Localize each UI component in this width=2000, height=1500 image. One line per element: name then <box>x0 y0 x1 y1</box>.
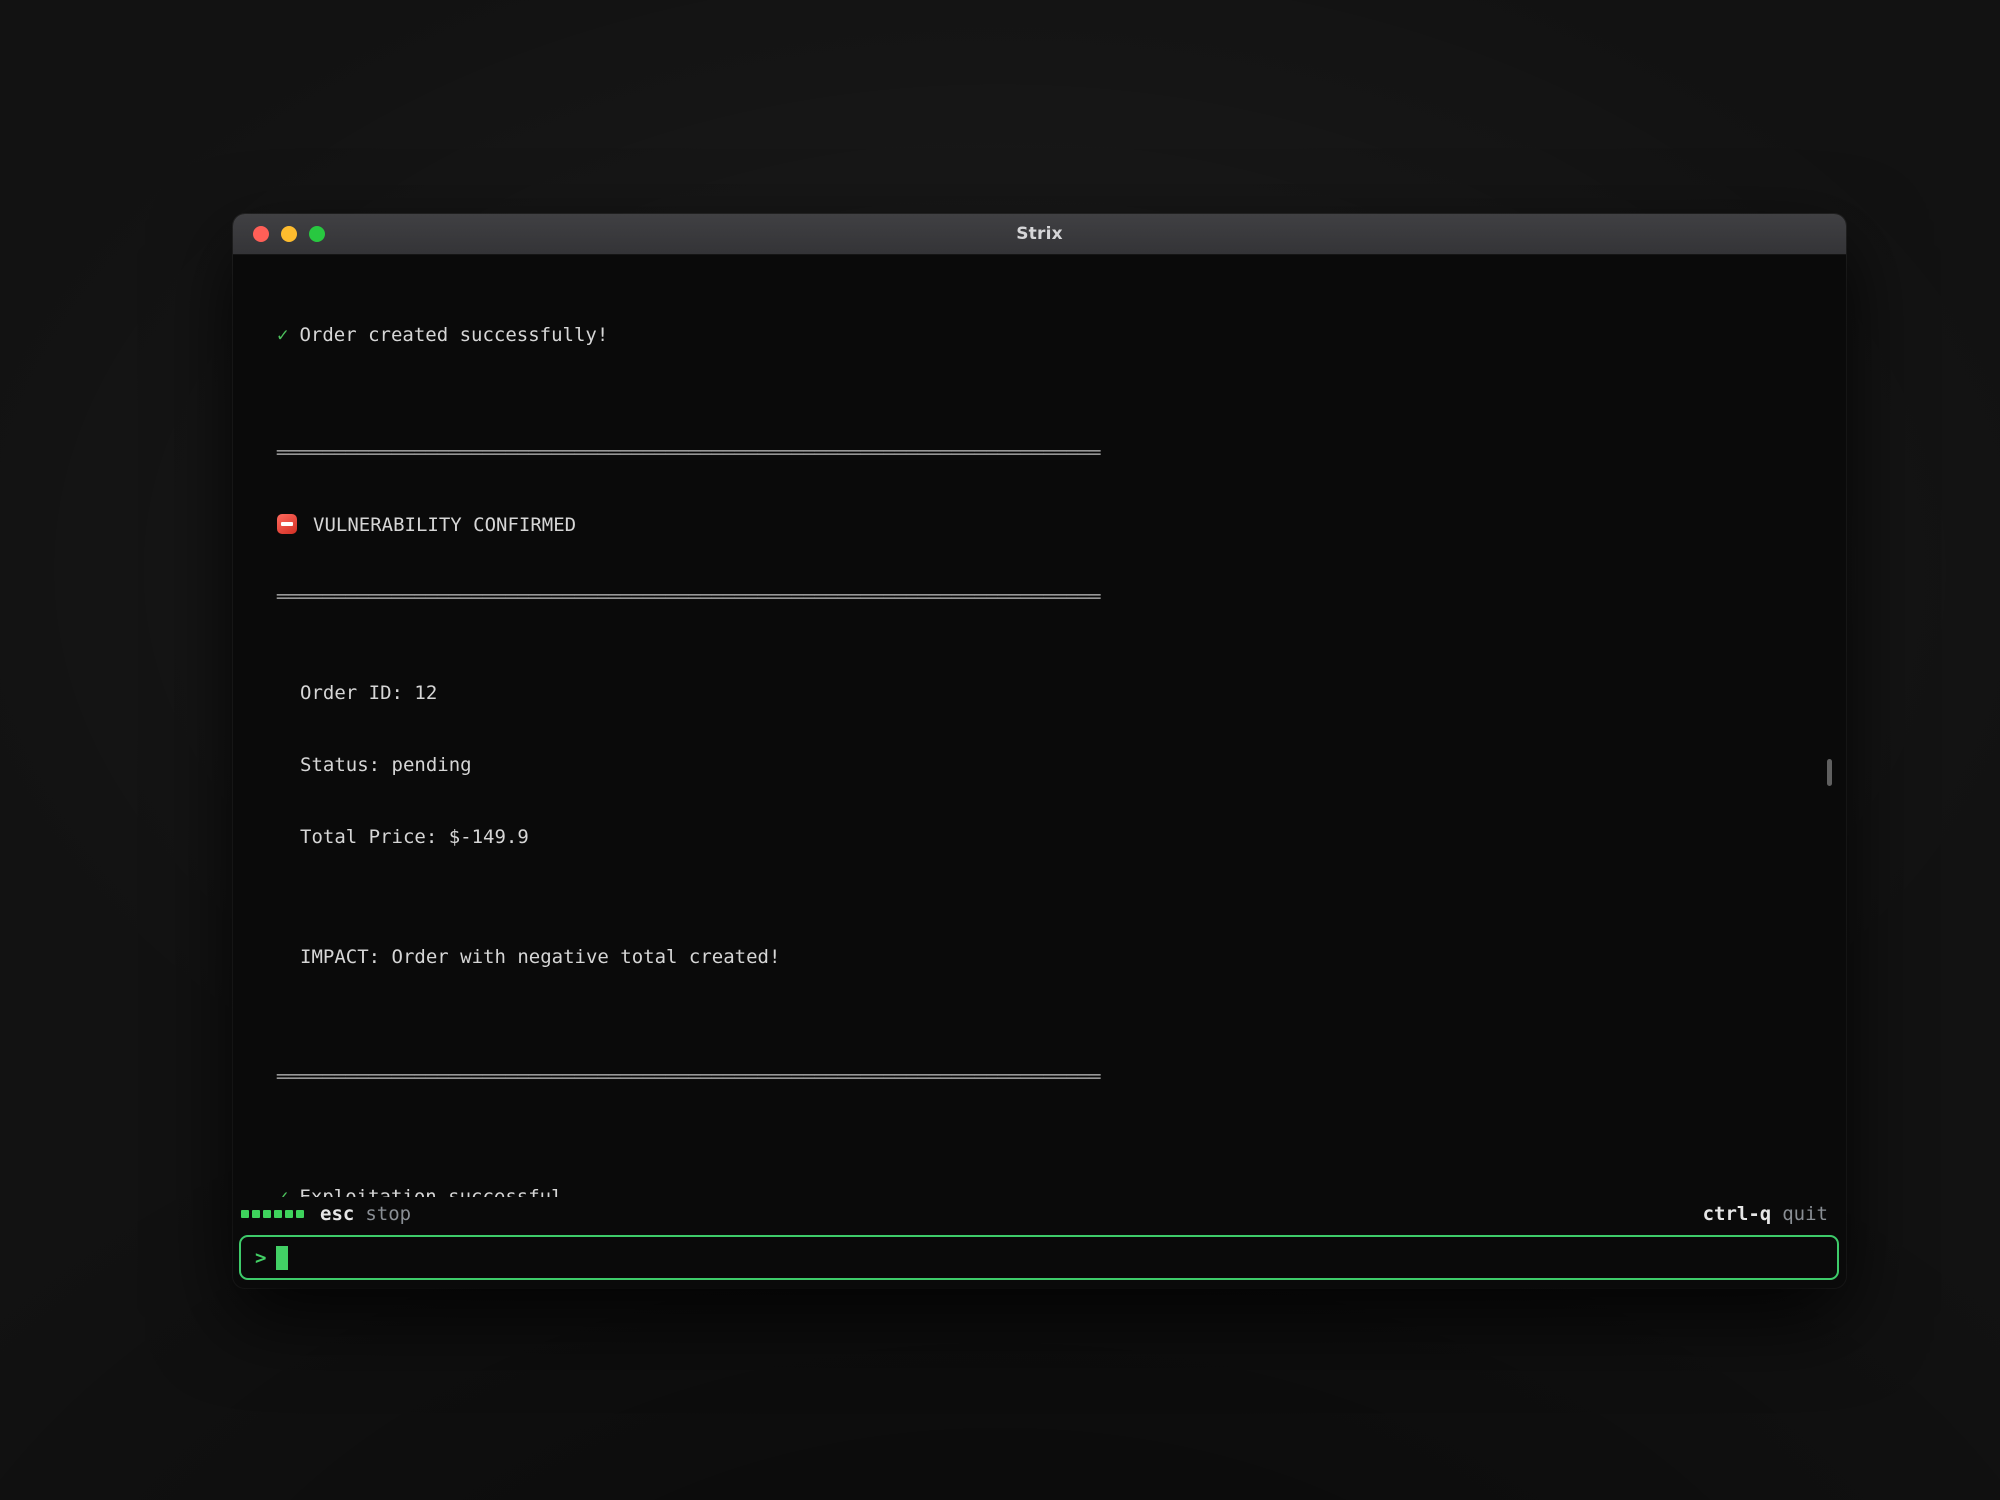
order-success-text: Order created successfully! <box>299 324 608 346</box>
spinner-block <box>241 1210 249 1218</box>
order-success-line: ✓ Order created successfully! <box>277 323 1846 347</box>
traffic-lights <box>253 214 325 254</box>
status-bar: esc stop ctrl-q quit <box>233 1197 1846 1231</box>
divider: ════════════════════════════════════════… <box>277 585 1846 609</box>
prompt-symbol: > <box>255 1247 266 1269</box>
progress-spinner <box>241 1210 304 1218</box>
scrollbar[interactable] <box>1827 759 1832 786</box>
divider: ════════════════════════════════════════… <box>277 441 1846 465</box>
check-icon: ✓ <box>277 1186 288 1197</box>
impact-line: IMPACT: Order with negative total create… <box>277 945 1846 969</box>
check-icon: ✓ <box>277 324 288 346</box>
order-id-line: Order ID: 12 <box>277 681 1846 705</box>
input-row: > <box>233 1231 1846 1288</box>
text-cursor <box>276 1246 288 1270</box>
spinner-block <box>263 1210 271 1218</box>
quit-label: quit <box>1782 1203 1828 1225</box>
strix-window: Strix ✓ Order created successfully! ═════… <box>233 214 1846 1288</box>
exploitation-text: Exploitation successful <box>299 1186 562 1197</box>
exploitation-line: ✓ Exploitation successful <box>277 1185 1846 1197</box>
stop-label: stop <box>365 1203 411 1225</box>
total-price-line: Total Price: $-149.9 <box>277 825 1846 849</box>
spinner-block <box>296 1210 304 1218</box>
esc-key-hint: esc <box>320 1203 354 1225</box>
close-button[interactable] <box>253 226 269 242</box>
vulnerability-confirmed-text: VULNERABILITY CONFIRMED <box>313 514 576 536</box>
command-input[interactable]: > <box>239 1235 1839 1280</box>
spinner-block <box>252 1210 260 1218</box>
zoom-button[interactable] <box>309 226 325 242</box>
titlebar[interactable]: Strix <box>233 214 1846 255</box>
ctrl-q-key-hint: ctrl-q <box>1703 1203 1772 1225</box>
spinner-block <box>285 1210 293 1218</box>
window-title: Strix <box>1016 224 1063 244</box>
terminal-output: ✓ Order created successfully! ═══════════… <box>233 255 1846 1197</box>
divider: ════════════════════════════════════════… <box>277 1065 1846 1089</box>
status-line: Status: pending <box>277 753 1846 777</box>
minimize-button[interactable] <box>281 226 297 242</box>
alert-icon <box>277 514 297 534</box>
vulnerability-confirmed-line: VULNERABILITY CONFIRMED <box>277 513 1846 537</box>
spinner-block <box>274 1210 282 1218</box>
